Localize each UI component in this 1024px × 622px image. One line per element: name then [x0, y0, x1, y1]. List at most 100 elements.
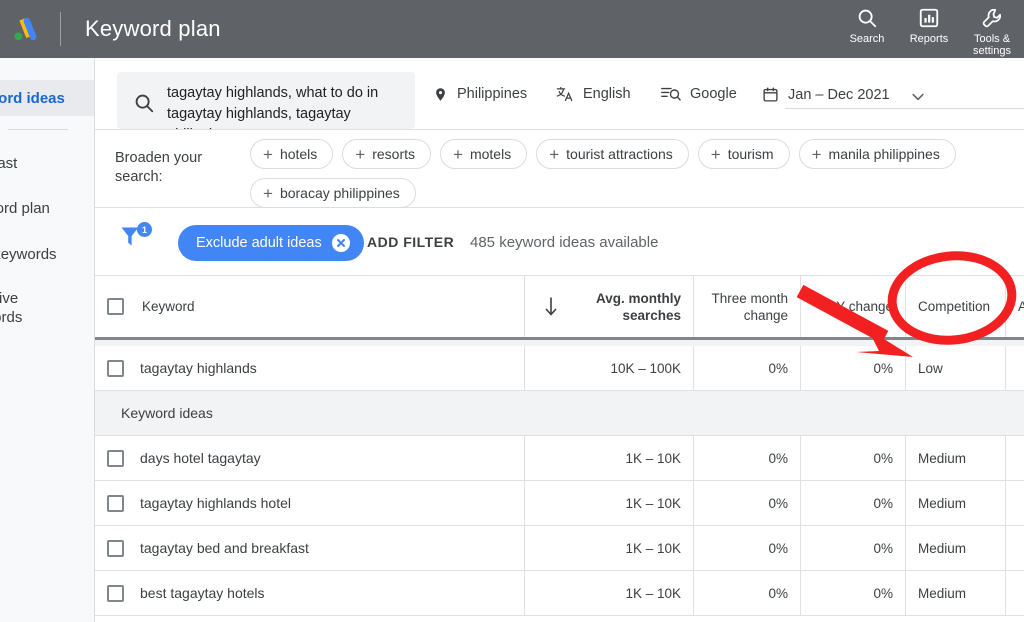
- table-group-label: Keyword ideas: [95, 391, 1024, 435]
- row-keyword-cell: days hotel tagaytay: [95, 436, 524, 480]
- main-content: tagaytay highlands, what to do in tagayt…: [95, 58, 1024, 622]
- broaden-chip-label: manila philippines: [829, 146, 940, 162]
- keyword-search-input[interactable]: tagaytay highlands, what to do in tagayt…: [117, 72, 415, 129]
- topbar-tools-settings-button[interactable]: Tools & settings: [960, 0, 1024, 57]
- broaden-chip-label: boracay philippines: [280, 185, 400, 201]
- tools-wrench-icon: [981, 7, 1003, 29]
- topbar-actions: Search Reports Tools & settings: [836, 0, 1024, 58]
- row-keyword-cell: tagaytay bed and breakfast: [95, 526, 524, 570]
- table-row[interactable]: tagaytay highlands hotel 1K – 10K 0% 0% …: [95, 481, 1024, 526]
- location-selector[interactable]: Philippines: [433, 86, 527, 102]
- broaden-chip-label: hotels: [280, 146, 317, 162]
- date-range-label: Jan – Dec 2021: [788, 87, 890, 103]
- page-title: Keyword plan: [85, 16, 221, 42]
- row-ad-impression-share: [1005, 436, 1024, 480]
- broaden-chip-tourism[interactable]: + tourism: [698, 139, 790, 169]
- keyword-ideas-count: 485 keyword ideas available: [470, 234, 658, 251]
- broaden-chip-label: tourism: [728, 146, 774, 162]
- date-range-underline: [785, 108, 1024, 109]
- broaden-chip-manila-philippines[interactable]: + manila philippines: [799, 139, 956, 169]
- table-header-ad-impression-share-label: A: [1018, 298, 1024, 315]
- row-checkbox[interactable]: [107, 360, 124, 377]
- topbar-search-button[interactable]: Search: [836, 0, 898, 45]
- row-yoy-change: 0%: [800, 346, 905, 390]
- table-row[interactable]: best tagaytay hotels 1K – 10K 0% 0% Medi…: [95, 571, 1024, 616]
- calendar-icon: [762, 86, 779, 103]
- table-header-three-month-change[interactable]: Three month change: [693, 276, 800, 337]
- broaden-chip-resorts[interactable]: + resorts: [342, 139, 431, 169]
- search-network-icon: [661, 86, 681, 102]
- top-app-bar: Keyword plan Search Reports: [0, 0, 1024, 58]
- topbar-search-label: Search: [850, 33, 885, 45]
- active-filter-chip[interactable]: Exclude adult ideas: [178, 225, 364, 261]
- row-competition: Medium: [905, 526, 1005, 570]
- table-header-keyword[interactable]: Keyword: [95, 276, 524, 337]
- table-row[interactable]: days hotel tagaytay 1K – 10K 0% 0% Mediu…: [95, 436, 1024, 481]
- table-header-three-month-change-label: Three month change: [711, 290, 788, 324]
- row-checkbox[interactable]: [107, 450, 124, 467]
- row-keyword-label: tagaytay highlands hotel: [140, 495, 291, 511]
- topbar-tools-label: Tools & settings: [973, 33, 1011, 57]
- sidebar-item-negative-keywords[interactable]: Negative keywords: [0, 270, 95, 346]
- plus-icon: +: [812, 146, 822, 163]
- table-row[interactable]: tagaytay bed and breakfast 1K – 10K 0% 0…: [95, 526, 1024, 571]
- sidebar-divider: [8, 129, 68, 130]
- table-header-avg-monthly-searches[interactable]: Avg. monthly searches: [524, 276, 693, 337]
- broaden-chip-label: tourist attractions: [566, 146, 673, 162]
- row-checkbox[interactable]: [107, 585, 124, 602]
- table-group-row: Keyword ideas: [95, 391, 1024, 436]
- table-header-ad-impression-share[interactable]: A: [1005, 276, 1024, 337]
- row-keyword-cell: best tagaytay hotels: [95, 571, 524, 615]
- network-label: Google: [690, 86, 737, 102]
- row-yoy-change: 0%: [800, 526, 905, 570]
- row-ad-impression-share: [1005, 571, 1024, 615]
- search-icon: [856, 7, 878, 29]
- broaden-chip-motels[interactable]: + motels: [440, 139, 527, 169]
- language-selector[interactable]: English: [556, 86, 631, 102]
- table-header-avg-monthly-searches-label: Avg. monthly searches: [596, 290, 681, 324]
- broaden-chip-label: motels: [470, 146, 511, 162]
- topbar-reports-label: Reports: [910, 33, 949, 45]
- row-checkbox[interactable]: [107, 540, 124, 557]
- sidebar-item-keyword-plan-label: Keyword plan: [0, 199, 95, 218]
- row-keyword-label: tagaytay highlands: [140, 360, 257, 376]
- chevron-down-icon[interactable]: [910, 89, 926, 105]
- table-header-competition[interactable]: Competition: [905, 276, 1005, 337]
- broaden-chip-tourist-attractions[interactable]: + tourist attractions: [536, 139, 689, 169]
- topbar-divider: [60, 12, 61, 46]
- broaden-chip-label: resorts: [372, 146, 415, 162]
- table-group-label-text: Keyword ideas: [121, 405, 213, 421]
- network-selector[interactable]: Google: [661, 86, 737, 102]
- table-row[interactable]: tagaytay highlands 10K – 100K 0% 0% Low: [95, 346, 1024, 391]
- topbar-reports-button[interactable]: Reports: [898, 0, 960, 45]
- filter-button[interactable]: 1: [119, 224, 157, 258]
- broaden-chip-hotels[interactable]: + hotels: [250, 139, 333, 169]
- row-avg-monthly-searches: 1K – 10K: [524, 526, 693, 570]
- date-range-selector[interactable]: Jan – Dec 2021: [762, 86, 890, 103]
- broaden-chip-boracay-philippines[interactable]: + boracay philippines: [250, 178, 416, 208]
- app-root: Keyword plan Search Reports: [0, 0, 1024, 622]
- close-circle-icon[interactable]: [332, 234, 350, 252]
- row-three-month-change: 0%: [693, 481, 800, 525]
- sidebar-item-keyword-ideas[interactable]: Keyword ideas: [0, 80, 95, 116]
- add-filter-button[interactable]: ADD FILTER: [367, 234, 454, 250]
- keyword-search-value: tagaytay highlands, what to do in tagayt…: [167, 83, 405, 129]
- select-all-checkbox[interactable]: [107, 298, 124, 315]
- table-header-row: Keyword Avg. monthly searches Three mont…: [95, 276, 1024, 338]
- row-checkbox[interactable]: [107, 495, 124, 512]
- location-label: Philippines: [457, 86, 527, 102]
- row-keyword-label: best tagaytay hotels: [140, 585, 265, 601]
- translate-icon: [556, 86, 574, 102]
- sidebar-item-negative-keywords-label: Negative keywords: [0, 289, 95, 327]
- row-keyword-label: days hotel tagaytay: [140, 450, 261, 466]
- table-header-yoy-change-label: YoY change: [821, 298, 893, 315]
- table-header-yoy-change[interactable]: YoY change: [800, 276, 905, 337]
- broaden-search-bar: Broaden your search: + hotels + resorts …: [95, 130, 1024, 208]
- keyword-ideas-table: Keyword Avg. monthly searches Three mont…: [95, 276, 1024, 622]
- row-three-month-change: 0%: [693, 346, 800, 390]
- row-competition: Low: [905, 346, 1005, 390]
- google-ads-logo[interactable]: [0, 0, 50, 58]
- google-ads-logo-icon: [10, 14, 40, 44]
- sidebar-item-plan-keywords-label: Plan keywords: [0, 245, 95, 264]
- row-competition: Medium: [905, 571, 1005, 615]
